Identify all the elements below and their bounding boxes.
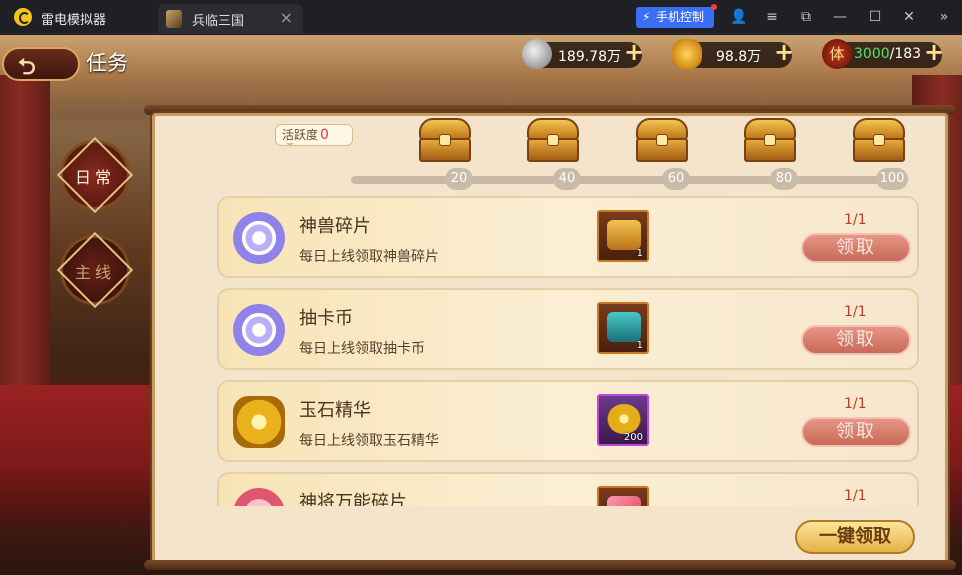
game-tab-icon — [166, 10, 182, 28]
user-icon[interactable]: 👤 — [730, 8, 748, 26]
general-shard-icon — [233, 488, 285, 506]
claim-button[interactable]: 领取 — [801, 325, 911, 355]
reward-item[interactable]: 1 — [597, 302, 649, 354]
close-tab-icon[interactable]: × — [280, 8, 293, 27]
task-description: 每日上线领取抽卡币 — [299, 341, 425, 357]
ingot-icon — [672, 39, 702, 69]
stamina-resource: 体 3000/183 + — [822, 39, 944, 69]
minimize-icon[interactable]: — — [831, 8, 849, 26]
emulator-logo-icon — [14, 8, 32, 26]
add-stamina-icon[interactable]: + — [922, 40, 946, 64]
claim-button[interactable]: 领取 — [801, 233, 911, 263]
jade-coin-icon — [607, 404, 641, 434]
task-row: 神兽碎片 每日上线领取神兽碎片 1 1/1 领取 — [217, 196, 919, 278]
tab-main-label: 主线 — [74, 263, 115, 282]
reward-chest-60[interactable] — [632, 116, 692, 164]
activity-badge: 活跃度 0 — [275, 124, 353, 147]
maximize-icon[interactable]: ☐ — [866, 8, 884, 26]
reward-quantity: 1 — [636, 248, 643, 259]
coin-value: 189.78万 — [558, 49, 621, 65]
scroll-rod-bottom — [144, 560, 956, 570]
lightning-icon: ⚡ — [642, 10, 651, 24]
reward-chest-40[interactable] — [523, 116, 583, 164]
task-description: 每日上线领取玉石精华 — [299, 433, 439, 449]
restore-icon[interactable]: ⧉ — [797, 8, 815, 26]
task-name: 神将万能碎片 — [299, 492, 407, 506]
milestone-label: 40 — [553, 168, 581, 190]
jade-essence-icon — [233, 396, 285, 448]
game-tab-title: 兵临三国 — [192, 14, 245, 29]
emulator-app-name: 雷电模拟器 — [41, 13, 107, 28]
gold-chest-icon — [607, 220, 641, 250]
emulator-titlebar: 雷电模拟器 兵临三国 × ⚡ 手机控制 👤 ≡ ⧉ — ☐ ✕ » — [0, 0, 962, 34]
game-viewport: ⮌ 任务 189.78万 + 98.8万 + 体 3000/183 + 日常 主… — [0, 35, 962, 575]
add-ingots-icon[interactable]: + — [772, 40, 796, 64]
task-description: 每日上线领取神兽碎片 — [299, 249, 439, 265]
chest-lock-icon — [656, 134, 668, 146]
phone-control-label: 手机控制 — [656, 10, 705, 24]
milestone-label: 60 — [662, 168, 690, 190]
menu-icon[interactable]: ≡ — [763, 8, 781, 26]
pink-shard-icon — [607, 496, 641, 506]
task-list[interactable]: 神兽碎片 每日上线领取神兽碎片 1 1/1 领取 抽卡币 每日上线领取抽卡币 1… — [217, 196, 921, 506]
card-coin-icon — [233, 304, 285, 356]
chest-lock-icon — [873, 134, 885, 146]
coin-resource: 189.78万 + — [522, 39, 644, 69]
reward-quantity: 1 — [636, 340, 643, 351]
beast-shard-icon — [233, 212, 285, 264]
back-arrow-icon: ⮌ — [18, 55, 36, 80]
background-roof — [0, 35, 962, 115]
tab-daily-label: 日常 — [74, 168, 115, 187]
task-name: 玉石精华 — [299, 400, 371, 421]
task-name: 抽卡币 — [299, 308, 353, 329]
reward-chest-80[interactable] — [740, 116, 800, 164]
chest-lock-icon — [764, 134, 776, 146]
reward-chest-100[interactable] — [849, 116, 909, 164]
activity-label: 活跃度 — [282, 128, 319, 142]
task-progress: 1/1 — [844, 304, 867, 320]
notification-dot — [711, 4, 717, 10]
phone-control-button[interactable]: ⚡ 手机控制 — [636, 4, 717, 28]
reward-item[interactable] — [597, 486, 649, 506]
add-coins-icon[interactable]: + — [622, 40, 646, 64]
activity-progress-track — [351, 176, 901, 184]
ingot-resource: 98.8万 + — [672, 39, 794, 69]
stamina-value: 3000/183 — [854, 46, 921, 62]
teal-chest-icon — [607, 312, 641, 342]
task-progress: 1/1 — [844, 396, 867, 412]
chest-lock-icon — [547, 134, 559, 146]
milestone-label: 20 — [445, 168, 473, 190]
reward-quantity: 200 — [623, 432, 643, 443]
chest-lock-icon — [439, 134, 451, 146]
coin-icon — [522, 39, 552, 69]
task-row: 抽卡币 每日上线领取抽卡币 1 1/1 领取 — [217, 288, 919, 370]
stamina-max: /183 — [889, 46, 922, 62]
reward-item[interactable]: 200 — [597, 394, 649, 446]
milestone-label: 100 — [876, 168, 908, 190]
stamina-icon: 体 — [822, 39, 852, 69]
back-button[interactable]: ⮌ — [2, 47, 80, 81]
stamina-current: 3000 — [854, 46, 890, 62]
reward-chest-20[interactable] — [415, 116, 475, 164]
claim-all-button[interactable]: 一键领取 — [795, 520, 915, 554]
claim-button[interactable]: 领取 — [801, 417, 911, 447]
page-title: 任务 — [86, 51, 128, 75]
close-window-icon[interactable]: ✕ — [900, 8, 918, 26]
tab-daily[interactable]: 日常 — [56, 136, 134, 214]
task-row: 神将万能碎片 1/1 — [217, 472, 919, 506]
activity-value: 0 — [320, 127, 329, 143]
task-name: 神兽碎片 — [299, 216, 371, 237]
task-progress: 1/1 — [844, 488, 867, 504]
expand-sidebar-icon[interactable]: » — [935, 8, 953, 26]
milestone-label: 80 — [770, 168, 798, 190]
tab-main[interactable]: 主线 — [56, 231, 134, 309]
task-panel: 活跃度 0 20 40 60 80 100 神兽碎片 每日上线领取神兽碎片 1 1… — [152, 113, 948, 563]
game-tab[interactable]: 兵临三国 × — [158, 4, 303, 34]
ingot-value: 98.8万 — [716, 49, 762, 65]
task-progress: 1/1 — [844, 212, 867, 228]
task-row: 玉石精华 每日上线领取玉石精华 200 1/1 领取 — [217, 380, 919, 462]
reward-item[interactable]: 1 — [597, 210, 649, 262]
